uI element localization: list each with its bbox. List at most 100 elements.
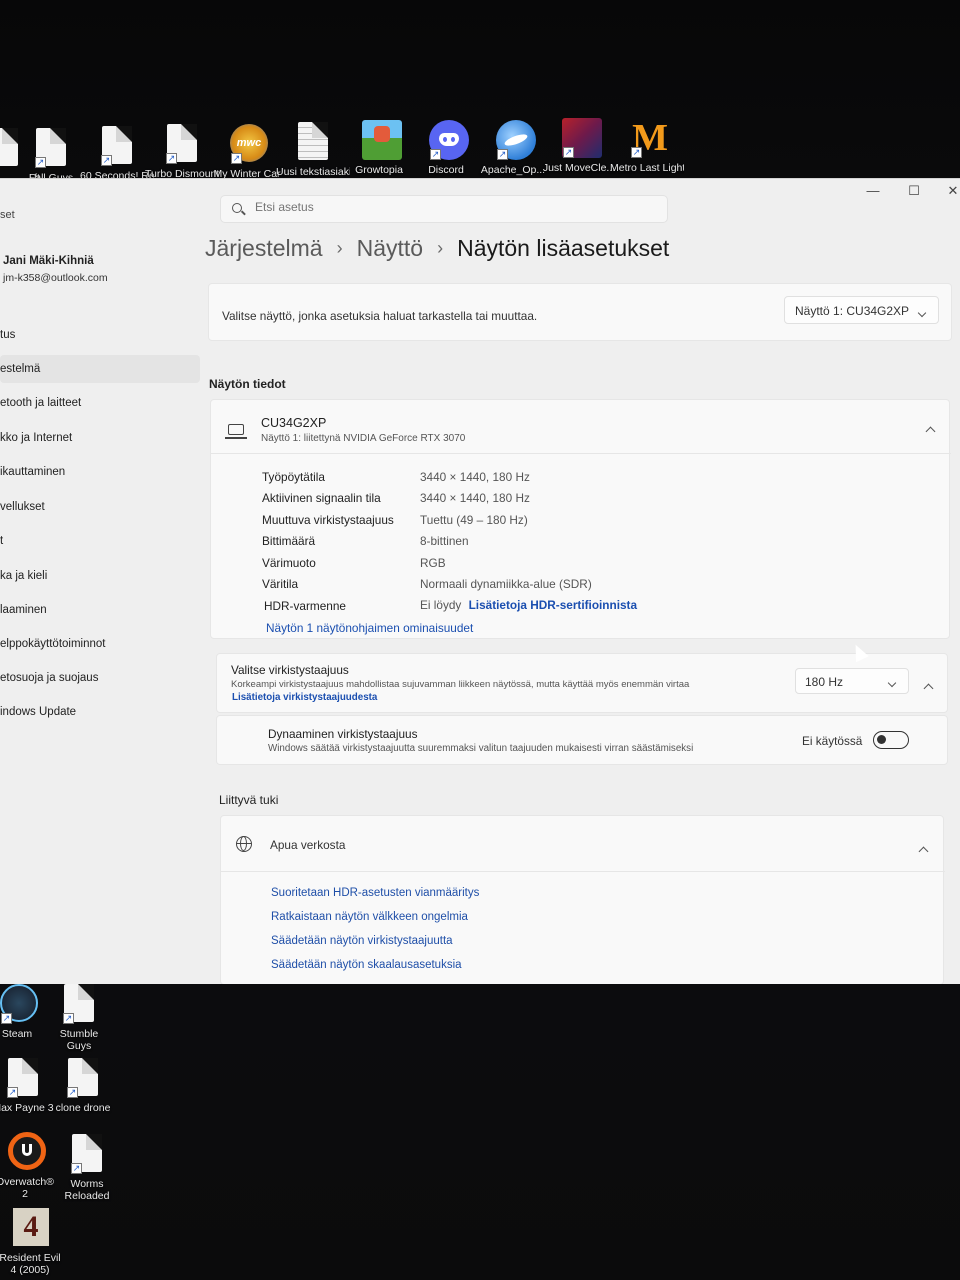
desktop-icon-fall-guys[interactable]: ↗ Fall Guys bbox=[14, 128, 88, 184]
breadcrumb-naytto[interactable]: Näyttö bbox=[357, 235, 423, 262]
info-row-label: Bittimäärä bbox=[262, 534, 316, 548]
user-email: jm-k358@outlook.com bbox=[3, 272, 108, 284]
shortcut-arrow-icon: ↗ bbox=[231, 153, 242, 164]
desktop-icon-worms-reloaded[interactable]: ↗ Worms Reloaded bbox=[50, 1134, 124, 1202]
steam-icon: ↗ bbox=[0, 984, 38, 1024]
shortcut-arrow-icon: ↗ bbox=[71, 1163, 82, 1174]
desktop-icon-just-movecle[interactable]: ↗ Just MoveCle... bbox=[542, 118, 616, 174]
shortcut-arrow-icon: ↗ bbox=[67, 1087, 78, 1098]
sidebar-item-helppokayttotoiminnot[interactable]: elppokäyttötoiminnot bbox=[0, 630, 200, 658]
refresh-rate-card: Valitse virkistystaajuus Korkeampi virki… bbox=[216, 653, 948, 713]
resident-evil-icon: 4 bbox=[13, 1208, 49, 1248]
desktop-icon-stumble-guys[interactable]: ↗ Stumble Guys bbox=[42, 984, 116, 1052]
sidebar-item-tietosuoja[interactable]: etosuoja ja suojaus bbox=[0, 664, 200, 692]
desktop-icon-uusi-tekstiasiakirja[interactable]: Uusi tekstiasiakirja bbox=[276, 122, 350, 178]
desktop-icon-metro-last-light[interactable]: M ↗ Metro Last Light Co... bbox=[610, 118, 684, 174]
sidebar-item-pelaaminen[interactable]: laaminen bbox=[0, 596, 200, 624]
desktop-icon-label: Just MoveCle... bbox=[542, 162, 616, 174]
chevron-down-icon bbox=[917, 305, 927, 319]
desktop-icon-label: Worms Reloaded bbox=[64, 1178, 110, 1202]
refresh-rate-value: 180 Hz bbox=[805, 675, 844, 689]
display-info-heading: Näytön tiedot bbox=[209, 377, 286, 391]
shortcut-arrow-icon: ↗ bbox=[166, 153, 177, 164]
page-title: Näytön lisäasetukset bbox=[457, 235, 670, 261]
desktop-icon-label: Stumble Guys bbox=[59, 1028, 99, 1052]
desktop-icon-clone-drone[interactable]: ↗ clone drone bbox=[46, 1058, 120, 1114]
adapter-properties-link[interactable]: Näytön 1 näytönohjaimen ominaisuudet bbox=[266, 621, 473, 635]
shortcut-arrow-icon: ↗ bbox=[563, 147, 574, 158]
desktop-icon-apache[interactable]: ↗ Apache_Op... bbox=[476, 120, 550, 176]
shortcut-arrow-icon: ↗ bbox=[430, 149, 441, 160]
sidebar-item-sovellukset[interactable]: vellukset bbox=[0, 493, 200, 521]
info-row-label: Työpöytätila bbox=[262, 470, 325, 484]
info-row-label: Värimuoto bbox=[262, 556, 316, 570]
breadcrumb-jarjestelma[interactable]: Järjestelmä bbox=[205, 235, 323, 262]
dynamic-refresh-card: Dynaaminen virkistystaajuus Windows säät… bbox=[216, 715, 948, 765]
text-file-icon bbox=[296, 122, 330, 162]
desktop-icon-label: Metro Last Light Co... bbox=[610, 162, 684, 174]
desktop-icon-my-winter-car[interactable]: mwc ↗ My Winter Car bbox=[210, 124, 284, 180]
refresh-rate-dropdown[interactable]: 180 Hz bbox=[795, 668, 909, 694]
desktop-icon-turbo-dismount[interactable]: ↗ Turbo Dismount bbox=[145, 124, 219, 180]
desktop-icon-resident-evil-4[interactable]: 4 Resident Evil 4 (2005) bbox=[0, 1208, 67, 1276]
dynamic-refresh-state: Ei käytössä bbox=[802, 734, 863, 748]
search-input[interactable] bbox=[255, 200, 655, 214]
info-row-value: RGB bbox=[420, 556, 446, 570]
sidebar-item-bluetooth[interactable]: etooth ja laitteet bbox=[0, 389, 200, 417]
shortcut-arrow-icon: ↗ bbox=[1, 1013, 12, 1024]
chevron-up-icon[interactable] bbox=[918, 842, 929, 860]
shortcut-arrow-icon: ↗ bbox=[101, 155, 112, 166]
dynamic-refresh-title: Dynaaminen virkistystaajuus bbox=[268, 727, 418, 741]
shortcut-arrow-icon: ↗ bbox=[631, 147, 642, 158]
maximize-button[interactable]: ☐ bbox=[899, 183, 929, 203]
sidebar-item-verkko[interactable]: kko ja Internet bbox=[0, 424, 200, 452]
hdr-label: HDR-varmenne bbox=[264, 599, 346, 613]
help-link-flicker[interactable]: Ratkaistaan näytön välkkeen ongelmia bbox=[271, 911, 468, 923]
shortcut-arrow-icon: ↗ bbox=[35, 157, 46, 168]
sidebar-item-aika-ja-kieli[interactable]: ka ja kieli bbox=[0, 562, 200, 590]
file-icon: ↗ bbox=[165, 124, 199, 164]
display-select-card: Valitse näyttö, jonka asetuksia haluat t… bbox=[208, 283, 952, 341]
file-icon: ↗ bbox=[34, 128, 68, 168]
desktop-icon-growtopia[interactable]: Growtopia bbox=[342, 120, 416, 176]
info-row-label: Aktiivinen signaalin tila bbox=[262, 491, 381, 505]
help-link-scaling[interactable]: Säädetään näytön skaalausasetuksia bbox=[271, 959, 462, 971]
breadcrumb-separator-icon: › bbox=[437, 238, 444, 258]
desktop-icon-60-seconds[interactable]: ↗ 60 Seconds! Reatomized bbox=[80, 126, 154, 182]
dynamic-refresh-toggle[interactable] bbox=[873, 731, 909, 749]
refresh-rate-description: Korkeampi virkistystaajuus mahdollistaa … bbox=[231, 679, 690, 690]
display-dropdown-value: Näyttö 1: CU34G2XP bbox=[795, 304, 910, 318]
search-box[interactable] bbox=[220, 195, 668, 223]
info-row-value: 8-bittinen bbox=[420, 534, 469, 548]
help-header[interactable]: Apua verkosta bbox=[221, 816, 945, 872]
game-icon: ↗ bbox=[562, 118, 602, 158]
help-link-hdr[interactable]: Suoritetaan HDR-asetusten vianmääritys bbox=[271, 887, 479, 899]
display-info-header[interactable]: CU34G2XP Näyttö 1: liitettynä NVIDIA GeF… bbox=[211, 400, 951, 454]
hdr-value: Ei löydy Lisätietoja HDR-sertifioinnista bbox=[420, 598, 637, 612]
chevron-up-icon[interactable] bbox=[923, 679, 934, 697]
chevron-up-icon[interactable] bbox=[925, 422, 936, 440]
info-row-label: Muuttuva virkistystaajuus bbox=[262, 513, 394, 527]
sidebar-item-jarjestelma[interactable]: estelmä bbox=[0, 355, 200, 383]
info-row-value: 3440 × 1440, 180 Hz bbox=[420, 470, 530, 484]
file-icon: ↗ bbox=[100, 126, 134, 166]
refresh-rate-link[interactable]: Lisätietoja virkistystaajuudesta bbox=[232, 692, 377, 703]
desktop-icon-label: Uusi tekstiasiakirja bbox=[276, 166, 350, 178]
sidebar-item-tilit[interactable]: t bbox=[0, 527, 200, 555]
sidebar-item-windows-update[interactable]: indows Update bbox=[0, 698, 200, 726]
monitor-icon-stand bbox=[225, 437, 247, 439]
sidebar-search-field[interactable]: set bbox=[0, 209, 15, 221]
file-icon: ↗ bbox=[66, 1058, 100, 1098]
minimize-button[interactable]: — bbox=[858, 183, 888, 203]
display-dropdown[interactable]: Näyttö 1: CU34G2XP bbox=[784, 296, 939, 324]
mwc-icon: mwc ↗ bbox=[230, 124, 268, 164]
close-button[interactable]: ✕ bbox=[938, 183, 960, 203]
help-link-refresh-rate[interactable]: Säädetään näytön virkistystaajuutta bbox=[271, 935, 453, 947]
sidebar-item-koti[interactable]: tus bbox=[0, 321, 200, 349]
desktop-icon-discord[interactable]: ↗ Discord bbox=[409, 120, 483, 176]
sidebar-item-mukauttaminen[interactable]: ikauttaminen bbox=[0, 458, 200, 486]
hdr-cert-link[interactable]: Lisätietoja HDR-sertifioinnista bbox=[469, 598, 637, 612]
display-select-prompt: Valitse näyttö, jonka asetuksia haluat t… bbox=[222, 309, 538, 323]
file-icon: ↗ bbox=[6, 1058, 40, 1098]
chevron-down-icon bbox=[887, 675, 897, 689]
